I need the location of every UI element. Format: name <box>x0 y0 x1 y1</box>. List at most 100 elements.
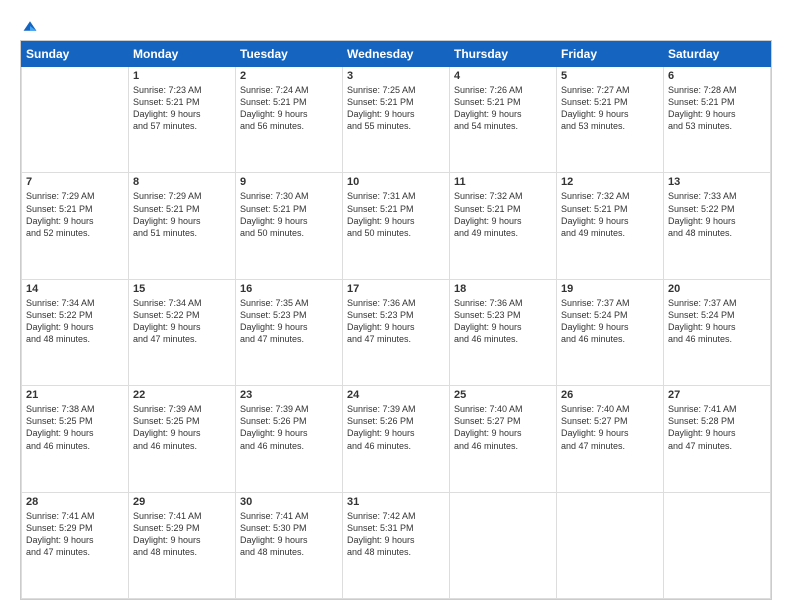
day-number: 7 <box>26 176 124 188</box>
calendar-header-row: SundayMondayTuesdayWednesdayThursdayFrid… <box>22 42 771 67</box>
day-number: 22 <box>133 389 231 401</box>
day-info: Sunrise: 7:41 AM Sunset: 5:29 PM Dayligh… <box>133 510 231 559</box>
header-thursday: Thursday <box>450 42 557 67</box>
day-info: Sunrise: 7:23 AM Sunset: 5:21 PM Dayligh… <box>133 84 231 133</box>
day-info: Sunrise: 7:39 AM Sunset: 5:26 PM Dayligh… <box>347 403 445 452</box>
day-info: Sunrise: 7:25 AM Sunset: 5:21 PM Dayligh… <box>347 84 445 133</box>
day-number: 25 <box>454 389 552 401</box>
header-saturday: Saturday <box>664 42 771 67</box>
day-info: Sunrise: 7:29 AM Sunset: 5:21 PM Dayligh… <box>26 190 124 239</box>
day-info: Sunrise: 7:37 AM Sunset: 5:24 PM Dayligh… <box>561 297 659 346</box>
day-number: 24 <box>347 389 445 401</box>
calendar-cell-0-2: 2 Sunrise: 7:24 AM Sunset: 5:21 PM Daylig… <box>236 67 343 173</box>
header-tuesday: Tuesday <box>236 42 343 67</box>
day-number: 26 <box>561 389 659 401</box>
calendar-cell-2-3: 17 Sunrise: 7:36 AM Sunset: 5:23 PM Dayli… <box>343 279 450 385</box>
day-number: 19 <box>561 283 659 295</box>
calendar-week-4: 28Sunrise: 7:41 AM Sunset: 5:29 PM Dayli… <box>22 492 771 598</box>
calendar-cell-0-3: 3 Sunrise: 7:25 AM Sunset: 5:21 PM Daylig… <box>343 67 450 173</box>
calendar-cell-2-4: 18 Sunrise: 7:36 AM Sunset: 5:23 PM Dayli… <box>450 279 557 385</box>
day-info: Sunrise: 7:36 AM Sunset: 5:23 PM Dayligh… <box>454 297 552 346</box>
day-info: Sunrise: 7:41 AM Sunset: 5:28 PM Dayligh… <box>668 403 766 452</box>
day-number: 18 <box>454 283 552 295</box>
calendar-cell-0-4: 4 Sunrise: 7:26 AM Sunset: 5:21 PM Daylig… <box>450 67 557 173</box>
calendar-cell-0-0 <box>22 67 129 173</box>
calendar-week-3: 21 Sunrise: 7:38 AM Sunset: 5:25 PM Dayli… <box>22 386 771 492</box>
calendar-cell-0-5: 5 Sunrise: 7:27 AM Sunset: 5:21 PM Daylig… <box>557 67 664 173</box>
calendar-cell-4-4 <box>450 492 557 598</box>
calendar-cell-3-0: 21 Sunrise: 7:38 AM Sunset: 5:25 PM Dayli… <box>22 386 129 492</box>
logo-text <box>20 18 38 34</box>
calendar-cell-1-5: 12Sunrise: 7:32 AM Sunset: 5:21 PM Dayli… <box>557 173 664 279</box>
calendar-cell-3-1: 22 Sunrise: 7:39 AM Sunset: 5:25 PM Dayli… <box>129 386 236 492</box>
day-info: Sunrise: 7:30 AM Sunset: 5:21 PM Dayligh… <box>240 190 338 239</box>
day-info: Sunrise: 7:35 AM Sunset: 5:23 PM Dayligh… <box>240 297 338 346</box>
day-info: Sunrise: 7:34 AM Sunset: 5:22 PM Dayligh… <box>133 297 231 346</box>
day-number: 21 <box>26 389 124 401</box>
day-number: 3 <box>347 70 445 82</box>
day-info: Sunrise: 7:38 AM Sunset: 5:25 PM Dayligh… <box>26 403 124 452</box>
day-number: 14 <box>26 283 124 295</box>
header-wednesday: Wednesday <box>343 42 450 67</box>
day-info: Sunrise: 7:42 AM Sunset: 5:31 PM Dayligh… <box>347 510 445 559</box>
day-info: Sunrise: 7:27 AM Sunset: 5:21 PM Dayligh… <box>561 84 659 133</box>
logo-icon <box>22 18 38 34</box>
day-info: Sunrise: 7:33 AM Sunset: 5:22 PM Dayligh… <box>668 190 766 239</box>
day-number: 11 <box>454 176 552 188</box>
header-sunday: Sunday <box>22 42 129 67</box>
day-number: 1 <box>133 70 231 82</box>
day-number: 16 <box>240 283 338 295</box>
calendar-cell-4-2: 30 Sunrise: 7:41 AM Sunset: 5:30 PM Dayli… <box>236 492 343 598</box>
day-info: Sunrise: 7:39 AM Sunset: 5:25 PM Dayligh… <box>133 403 231 452</box>
calendar-cell-1-6: 13 Sunrise: 7:33 AM Sunset: 5:22 PM Dayli… <box>664 173 771 279</box>
day-number: 8 <box>133 176 231 188</box>
calendar-cell-0-6: 6Sunrise: 7:28 AM Sunset: 5:21 PM Daylig… <box>664 67 771 173</box>
calendar-cell-4-3: 31 Sunrise: 7:42 AM Sunset: 5:31 PM Dayli… <box>343 492 450 598</box>
day-number: 4 <box>454 70 552 82</box>
day-info: Sunrise: 7:41 AM Sunset: 5:29 PM Dayligh… <box>26 510 124 559</box>
day-number: 31 <box>347 496 445 508</box>
calendar-cell-1-1: 8 Sunrise: 7:29 AM Sunset: 5:21 PM Daylig… <box>129 173 236 279</box>
day-number: 30 <box>240 496 338 508</box>
calendar-cell-3-6: 27 Sunrise: 7:41 AM Sunset: 5:28 PM Dayli… <box>664 386 771 492</box>
calendar-cell-2-2: 16 Sunrise: 7:35 AM Sunset: 5:23 PM Dayli… <box>236 279 343 385</box>
calendar-week-0: 1 Sunrise: 7:23 AM Sunset: 5:21 PM Daylig… <box>22 67 771 173</box>
calendar-cell-1-3: 10 Sunrise: 7:31 AM Sunset: 5:21 PM Dayli… <box>343 173 450 279</box>
day-number: 13 <box>668 176 766 188</box>
calendar-cell-1-4: 11 Sunrise: 7:32 AM Sunset: 5:21 PM Dayli… <box>450 173 557 279</box>
page: SundayMondayTuesdayWednesdayThursdayFrid… <box>0 0 792 612</box>
calendar-cell-2-6: 20Sunrise: 7:37 AM Sunset: 5:24 PM Dayli… <box>664 279 771 385</box>
calendar-cell-4-1: 29Sunrise: 7:41 AM Sunset: 5:29 PM Dayli… <box>129 492 236 598</box>
day-info: Sunrise: 7:34 AM Sunset: 5:22 PM Dayligh… <box>26 297 124 346</box>
header-friday: Friday <box>557 42 664 67</box>
day-info: Sunrise: 7:41 AM Sunset: 5:30 PM Dayligh… <box>240 510 338 559</box>
day-info: Sunrise: 7:26 AM Sunset: 5:21 PM Dayligh… <box>454 84 552 133</box>
calendar-cell-1-2: 9Sunrise: 7:30 AM Sunset: 5:21 PM Daylig… <box>236 173 343 279</box>
calendar-cell-4-6 <box>664 492 771 598</box>
day-info: Sunrise: 7:40 AM Sunset: 5:27 PM Dayligh… <box>454 403 552 452</box>
calendar-cell-3-2: 23Sunrise: 7:39 AM Sunset: 5:26 PM Dayli… <box>236 386 343 492</box>
day-info: Sunrise: 7:29 AM Sunset: 5:21 PM Dayligh… <box>133 190 231 239</box>
calendar-cell-1-0: 7 Sunrise: 7:29 AM Sunset: 5:21 PM Daylig… <box>22 173 129 279</box>
calendar-week-2: 14 Sunrise: 7:34 AM Sunset: 5:22 PM Dayli… <box>22 279 771 385</box>
day-number: 5 <box>561 70 659 82</box>
day-info: Sunrise: 7:32 AM Sunset: 5:21 PM Dayligh… <box>454 190 552 239</box>
day-number: 2 <box>240 70 338 82</box>
day-number: 10 <box>347 176 445 188</box>
day-info: Sunrise: 7:24 AM Sunset: 5:21 PM Dayligh… <box>240 84 338 133</box>
calendar-cell-3-3: 24 Sunrise: 7:39 AM Sunset: 5:26 PM Dayli… <box>343 386 450 492</box>
day-info: Sunrise: 7:37 AM Sunset: 5:24 PM Dayligh… <box>668 297 766 346</box>
day-info: Sunrise: 7:36 AM Sunset: 5:23 PM Dayligh… <box>347 297 445 346</box>
day-number: 27 <box>668 389 766 401</box>
day-number: 17 <box>347 283 445 295</box>
day-number: 6 <box>668 70 766 82</box>
day-number: 12 <box>561 176 659 188</box>
day-number: 15 <box>133 283 231 295</box>
day-info: Sunrise: 7:31 AM Sunset: 5:21 PM Dayligh… <box>347 190 445 239</box>
calendar-cell-2-0: 14 Sunrise: 7:34 AM Sunset: 5:22 PM Dayli… <box>22 279 129 385</box>
header <box>20 18 772 30</box>
calendar-cell-2-5: 19 Sunrise: 7:37 AM Sunset: 5:24 PM Dayli… <box>557 279 664 385</box>
calendar-cell-0-1: 1 Sunrise: 7:23 AM Sunset: 5:21 PM Daylig… <box>129 67 236 173</box>
calendar-cell-2-1: 15 Sunrise: 7:34 AM Sunset: 5:22 PM Dayli… <box>129 279 236 385</box>
logo <box>20 18 38 30</box>
